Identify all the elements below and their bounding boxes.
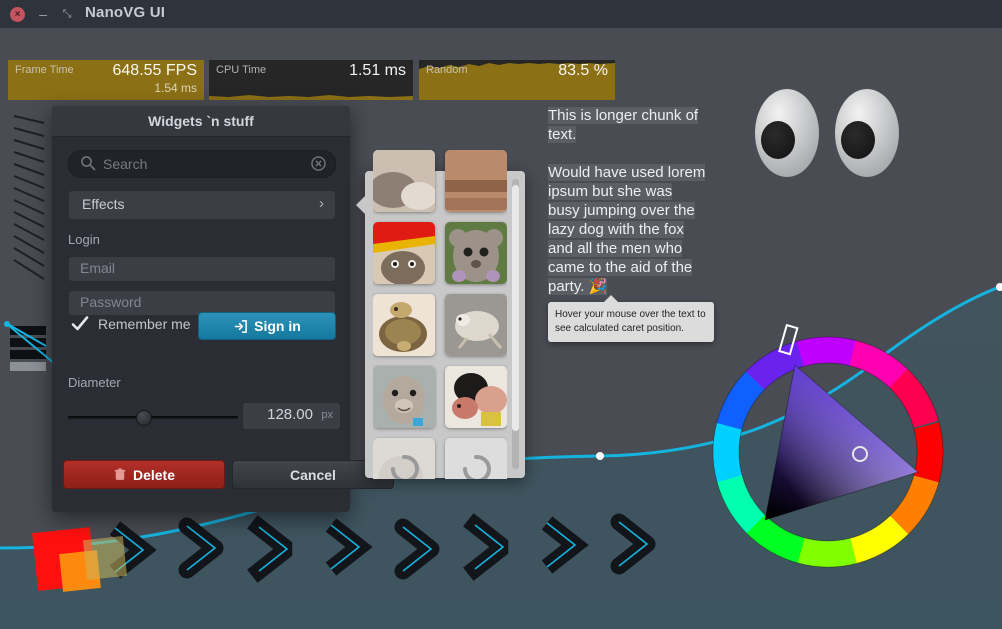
widgets-window: Widgets `n stuff Search Effects › Login … [52, 106, 394, 512]
delete-label: Delete [132, 466, 176, 483]
chevron-right-icon: › [319, 195, 324, 212]
diameter-numberbox[interactable]: 128.00 px [242, 402, 341, 430]
diameter-value: 128.00 [267, 406, 313, 423]
thumbnail-scrollbar[interactable] [512, 179, 519, 469]
slider-knob[interactable] [136, 410, 152, 426]
thumbnail-image [445, 150, 507, 212]
thumbnail-guineapig[interactable] [445, 366, 507, 428]
password-placeholder: Password [80, 294, 142, 310]
thumbnail-scrollbar-knob[interactable] [512, 185, 519, 431]
paragraph-line: lazy dog with the fox [548, 221, 684, 238]
login-icon [235, 319, 248, 333]
tooltip-line: see calculated caret position. [555, 323, 684, 334]
thumbnail-loading-2[interactable] [445, 438, 507, 479]
right-pupil [841, 121, 875, 159]
close-glyph: × [14, 8, 21, 20]
minimize-icon[interactable]: – [35, 6, 51, 22]
tooltip-arrow [604, 295, 618, 302]
paragraph-line: ipsum but she was [548, 183, 673, 200]
hue-saturation-color-wheel[interactable] [700, 320, 960, 590]
thumbnail-image [445, 294, 507, 356]
thumbnail-image [373, 294, 435, 356]
graph-label: CPU Time [216, 64, 267, 76]
sign-in-label: Sign in [254, 318, 301, 334]
paragraph-line: Would have used lorem [548, 164, 706, 181]
tooltip-line: Hover your mouse over the text to [555, 309, 706, 320]
perf-graph-cpu-time: CPU Time 1.51 ms [209, 60, 413, 100]
caret-tooltip: Hover your mouse over the text to see ca… [548, 295, 714, 342]
paragraph-line: came to the aid of the [548, 259, 693, 276]
divider [52, 136, 350, 137]
graph-value: 648.55 FPS [112, 62, 198, 79]
popup-arrow [356, 196, 365, 214]
thumbnail-kinkajou[interactable] [445, 222, 507, 284]
delete-button[interactable]: Delete [63, 460, 225, 489]
diameter-unit: px [321, 409, 333, 421]
graph-label: Frame Time [15, 64, 74, 76]
perf-graph-frame-time: Frame Time 648.55 FPS 1.54 ms [8, 60, 204, 100]
thumbnail-image [373, 150, 435, 212]
search-placeholder: Search [103, 156, 148, 172]
sign-in-button[interactable]: Sign in [198, 312, 336, 340]
graph-value: 1.51 ms [349, 62, 406, 79]
close-icon[interactable]: × [10, 7, 25, 22]
remember-me-label: Remember me [98, 316, 191, 332]
perf-graph-random: Random 83.5 % [419, 60, 615, 100]
page-title: NanoVG UI [85, 4, 166, 21]
nanovg-demo-window: × – ⤡ NanoVG UI Frame Time 648.55 FPS 1.… [0, 0, 1002, 629]
thumbnail-image [373, 366, 435, 428]
thumbnail-image [373, 222, 435, 284]
thumbnail-image [445, 222, 507, 284]
cancel-label: Cancel [290, 466, 336, 483]
paragraph-line: party. 🎉 [548, 278, 608, 295]
login-section-label: Login [68, 232, 100, 247]
slider-track [68, 416, 238, 419]
thumbnail-hedgehog[interactable] [445, 294, 507, 356]
thumbnail-seal[interactable] [373, 366, 435, 428]
widgets-window-title: Widgets `n stuff [52, 106, 350, 136]
thumbnail-cat-blanket[interactable] [373, 222, 435, 284]
trash-icon [114, 468, 126, 480]
titlebar: × – ⤡ NanoVG UI [0, 0, 1002, 28]
thumbnail-image [373, 438, 435, 479]
dropdown-value: Effects [82, 196, 125, 212]
graph-label: Random [426, 64, 468, 76]
thumbnail-popup [356, 150, 525, 479]
remember-me-checkbox[interactable] [70, 314, 90, 334]
thumbnail-brick-top[interactable] [445, 150, 507, 212]
graph-value: 83.5 % [558, 62, 608, 79]
thumbnail-loading-1[interactable] [373, 438, 435, 479]
thumbnail-turtles[interactable] [373, 294, 435, 356]
effects-dropdown[interactable]: Effects › [68, 190, 336, 220]
left-pupil [761, 121, 795, 159]
paragraph-line: This is longer chunk of [548, 107, 699, 124]
thumbnail-cat-top[interactable] [373, 150, 435, 212]
email-placeholder: Email [80, 260, 116, 276]
clear-icon[interactable] [311, 156, 326, 171]
thumbnail-image [445, 366, 507, 428]
diameter-slider[interactable] [68, 409, 238, 426]
diameter-label: Diameter [68, 375, 121, 390]
graph-secondary-value: 1.54 ms [154, 81, 197, 95]
paragraph-line: and all the men who [548, 240, 683, 257]
paragraph-text[interactable]: This is longer chunk of text. Would have… [548, 106, 708, 296]
maximize-icon[interactable]: ⤡ [59, 6, 75, 22]
paragraph-line: busy jumping over the [548, 202, 695, 219]
search-input[interactable]: Search [68, 150, 336, 178]
paragraph-line: text. [548, 126, 577, 143]
thumbnail-image [445, 438, 507, 479]
client-area: Frame Time 648.55 FPS 1.54 ms CPU Time 1… [0, 28, 1002, 629]
thumbnail-grid[interactable] [373, 150, 507, 479]
googly-eyes[interactable] [748, 68, 908, 198]
email-field[interactable]: Email [68, 256, 336, 282]
search-icon [81, 156, 96, 171]
